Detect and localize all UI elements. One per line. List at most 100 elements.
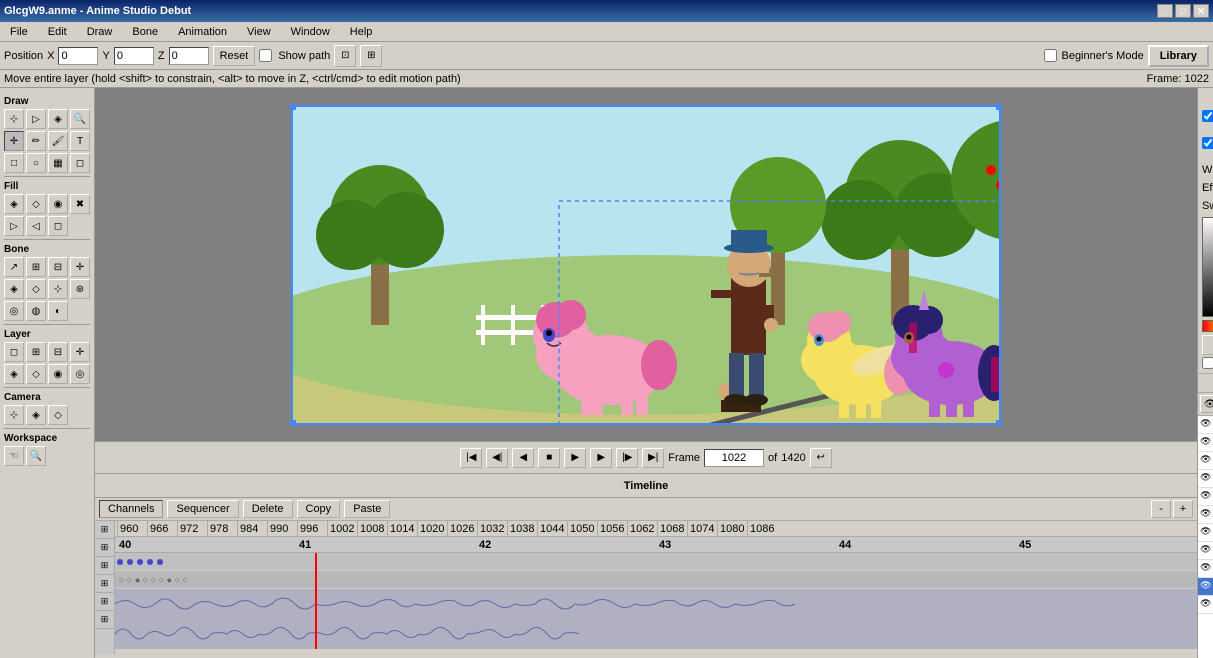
layer-row-leyebrowbottom[interactable]: 👁 🔒 ▷ L Eyebrow BOTTOM bbox=[1198, 560, 1213, 578]
tool-layer-3[interactable]: ⊟ bbox=[48, 342, 68, 362]
keyframe-1-2[interactable] bbox=[127, 559, 133, 565]
tool-bone-select[interactable]: ◈ bbox=[48, 109, 68, 129]
tool-camera-3[interactable]: ◇ bbox=[48, 405, 68, 425]
timeline-paste-button[interactable]: Paste bbox=[344, 500, 390, 518]
layer-row-eyebrows[interactable]: 👁 🔒 ▷ Eyebrows bbox=[1198, 488, 1213, 506]
timeline-delete-button[interactable]: Delete bbox=[243, 500, 293, 518]
tool-layer-4[interactable]: ✛ bbox=[70, 342, 90, 362]
tool-layer-5[interactable]: ◈ bbox=[4, 364, 24, 384]
layer-row-headside[interactable]: 👁 🔒 ▤ HeadSIDE bbox=[1198, 470, 1213, 488]
tool-pen[interactable]: ✏ bbox=[26, 131, 46, 151]
tool-fill-2[interactable]: ◇ bbox=[26, 194, 46, 214]
tool-text[interactable]: T bbox=[70, 131, 90, 151]
show-path-checkbox[interactable] bbox=[259, 49, 272, 62]
layer-row-headfront[interactable]: 👁 🔒 ▷ HeadFront bbox=[1198, 452, 1213, 470]
handle-tr[interactable] bbox=[996, 104, 1002, 110]
minimize-button[interactable]: _ bbox=[1157, 4, 1173, 18]
icon-btn-2[interactable]: ⊞ bbox=[360, 45, 382, 67]
tool-brush[interactable]: 🖌 bbox=[48, 131, 68, 151]
x-input[interactable] bbox=[58, 47, 98, 65]
copy-style-button[interactable]: Copy bbox=[1202, 335, 1213, 355]
tool-bone-7[interactable]: ⊹ bbox=[48, 279, 68, 299]
tool-fill-5[interactable]: ▷ bbox=[4, 216, 24, 236]
tool-transform[interactable]: ⊹ bbox=[4, 109, 24, 129]
tool-layer-6[interactable]: ◇ bbox=[26, 364, 46, 384]
tool-bone-10[interactable]: ◍ bbox=[26, 301, 46, 321]
tool-layer-8[interactable]: ◎ bbox=[70, 364, 90, 384]
tab-channels[interactable]: Channels bbox=[99, 500, 163, 518]
tool-fill-6[interactable]: ◁ bbox=[26, 216, 46, 236]
tool-fill-3[interactable]: ◉ bbox=[48, 194, 68, 214]
keyframe-1-1[interactable] bbox=[117, 559, 123, 565]
tool-bone-8[interactable]: ⊛ bbox=[70, 279, 90, 299]
tool-layer-2[interactable]: ⊞ bbox=[26, 342, 46, 362]
menu-edit[interactable]: Edit bbox=[42, 24, 73, 40]
tool-fill-1[interactable]: ◈ bbox=[4, 194, 24, 214]
layer-row-head[interactable]: 👁 🔒 ▤ HEAD bbox=[1198, 434, 1213, 452]
stop-button[interactable]: ■ bbox=[538, 448, 560, 468]
tool-bone-9[interactable]: ◎ bbox=[4, 301, 24, 321]
tool-bone-4[interactable]: ✛ bbox=[70, 257, 90, 277]
zoom-out-button[interactable]: - bbox=[1151, 500, 1171, 518]
tool-workspace-2[interactable]: 🔍 bbox=[26, 446, 46, 466]
tool-eraser[interactable]: ◻ bbox=[70, 153, 90, 173]
play-button[interactable]: ▶ bbox=[564, 448, 586, 468]
icon-btn-1[interactable]: ⊡ bbox=[334, 45, 356, 67]
menu-view[interactable]: View bbox=[241, 24, 277, 40]
tab-sequencer[interactable]: Sequencer bbox=[167, 500, 238, 518]
menu-file[interactable]: File bbox=[4, 24, 34, 40]
menu-draw[interactable]: Draw bbox=[81, 24, 119, 40]
layer-row-leyebrowtop[interactable]: 👁 🔒 ▷ L Eyebrow TOP bbox=[1198, 542, 1213, 560]
handle-tl[interactable] bbox=[290, 104, 296, 110]
z-input[interactable] bbox=[169, 47, 209, 65]
stroke-checkbox[interactable] bbox=[1202, 137, 1213, 149]
layer-row-ear[interactable]: 👁 ◎ Ear bbox=[1198, 524, 1213, 542]
tool-shape[interactable]: □ bbox=[4, 153, 24, 173]
layer-row-hairside[interactable]: 👁 🔒 ▷ HairSIDE bbox=[1198, 506, 1213, 524]
advanced-checkbox[interactable] bbox=[1202, 357, 1213, 369]
reset-button[interactable]: Reset bbox=[213, 46, 256, 66]
color-spectrum-bar[interactable] bbox=[1202, 320, 1213, 332]
menu-bone[interactable]: Bone bbox=[126, 24, 164, 40]
tool-move[interactable]: ✛ bbox=[4, 131, 24, 151]
tool-layer-1[interactable]: ◻ bbox=[4, 342, 24, 362]
next-frame-button[interactable]: ▶ bbox=[590, 448, 612, 468]
tool-bone-3[interactable]: ⊟ bbox=[48, 257, 68, 277]
tool-bone-2[interactable]: ⊞ bbox=[26, 257, 46, 277]
menu-window[interactable]: Window bbox=[285, 24, 336, 40]
handle-br[interactable] bbox=[996, 420, 1002, 426]
layer-row-pp[interactable]: 👁 🔒 ▤ pp bbox=[1198, 416, 1213, 434]
layer-row-hairfront[interactable]: 👁 🔒 ▷ HairFront bbox=[1198, 578, 1213, 596]
tool-zoom[interactable]: 🔍 bbox=[70, 109, 90, 129]
y-input[interactable] bbox=[114, 47, 154, 65]
tool-bone-11[interactable]: ◐ bbox=[48, 301, 68, 321]
tool-bone-5[interactable]: ◈ bbox=[4, 279, 24, 299]
beginner-mode-checkbox[interactable] bbox=[1044, 49, 1057, 62]
tool-fill-4[interactable]: ✖ bbox=[70, 194, 90, 214]
tool-camera-2[interactable]: ◈ bbox=[26, 405, 46, 425]
color-picker-gradient[interactable] bbox=[1202, 217, 1213, 317]
prev-frame-button[interactable]: ◀ bbox=[512, 448, 534, 468]
keyframe-1-5[interactable] bbox=[157, 559, 163, 565]
tool-fill-7[interactable]: ◻ bbox=[48, 216, 68, 236]
menu-help[interactable]: Help bbox=[344, 24, 379, 40]
tool-bone-6[interactable]: ◇ bbox=[26, 279, 46, 299]
zoom-in-button[interactable]: + bbox=[1173, 500, 1193, 518]
next-keyframe-button[interactable]: |▶ bbox=[616, 448, 638, 468]
fill-checkbox[interactable] bbox=[1202, 110, 1213, 122]
layer-row-mouth[interactable]: 👁 ◎ Mouth bbox=[1198, 596, 1213, 614]
playhead[interactable] bbox=[315, 553, 317, 649]
handle-bl[interactable] bbox=[290, 420, 296, 426]
tool-bone-1[interactable]: ↗ bbox=[4, 257, 24, 277]
close-button[interactable]: ✕ bbox=[1193, 4, 1209, 18]
prev-keyframe-button[interactable]: ◀| bbox=[486, 448, 508, 468]
maximize-button[interactable]: □ bbox=[1175, 4, 1191, 18]
frame-number-input[interactable] bbox=[704, 449, 764, 467]
tool-fill[interactable]: ▦ bbox=[48, 153, 68, 173]
library-button[interactable]: Library bbox=[1148, 45, 1209, 67]
layers-tool-eye[interactable]: 👁 bbox=[1200, 395, 1213, 413]
tool-workspace-1[interactable]: ☜ bbox=[4, 446, 24, 466]
menu-animation[interactable]: Animation bbox=[172, 24, 233, 40]
go-to-start-button[interactable]: |◀ bbox=[460, 448, 482, 468]
keyframe-1-3[interactable] bbox=[137, 559, 143, 565]
